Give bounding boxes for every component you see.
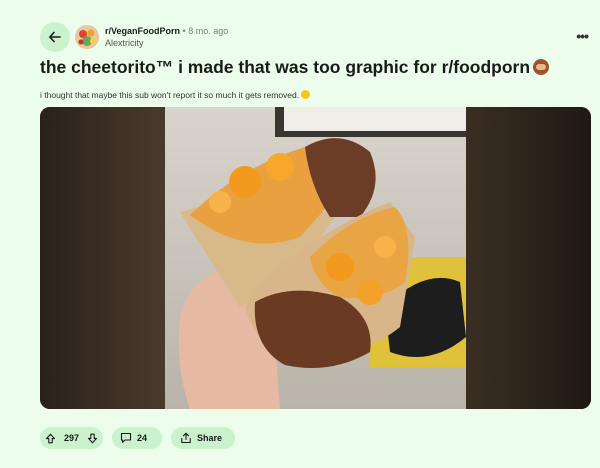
food-photo: [40, 107, 591, 409]
share-label: Share: [197, 433, 223, 443]
share-button[interactable]: Share: [171, 427, 235, 449]
back-arrow-icon: [49, 31, 61, 43]
back-button[interactable]: [40, 22, 70, 52]
post-body-text: i thought that maybe this sub won't repo…: [40, 90, 300, 100]
author-name[interactable]: Alextricity: [105, 38, 228, 49]
see-no-evil-monkey-icon: [533, 59, 550, 75]
subreddit-avatar[interactable]: [75, 25, 99, 49]
downvote-button[interactable]: [87, 433, 98, 444]
post-title: the cheetorito™ i made that was too grap…: [40, 56, 580, 78]
downvote-arrow-icon: [87, 433, 98, 443]
post-image[interactable]: [40, 107, 591, 409]
share-icon: [181, 432, 191, 444]
vote-control: 297: [40, 427, 103, 449]
post-meta: r/VeganFoodPorn • 8 mo. ago Alextricity: [105, 26, 228, 49]
post-age: 8 mo. ago: [188, 26, 229, 36]
comment-bubble-icon: [120, 432, 132, 443]
post-body: i thought that maybe this sub won't repo…: [40, 90, 311, 100]
more-options-icon: •••: [576, 28, 589, 44]
post-header: r/VeganFoodPorn • 8 mo. ago Alextricity …: [40, 22, 589, 54]
more-options-button[interactable]: •••: [576, 28, 589, 44]
comment-count: 24: [137, 433, 148, 443]
meta-separator: •: [182, 26, 186, 36]
vote-count: 297: [63, 433, 80, 443]
post-title-text: the cheetorito™ i made that was too grap…: [40, 57, 531, 77]
comments-button[interactable]: 24: [112, 427, 162, 449]
upvote-arrow-icon: [45, 433, 56, 443]
subreddit-name[interactable]: r/VeganFoodPorn: [105, 26, 180, 36]
upvote-button[interactable]: [45, 433, 56, 444]
laughing-emoji-icon: [301, 90, 311, 99]
